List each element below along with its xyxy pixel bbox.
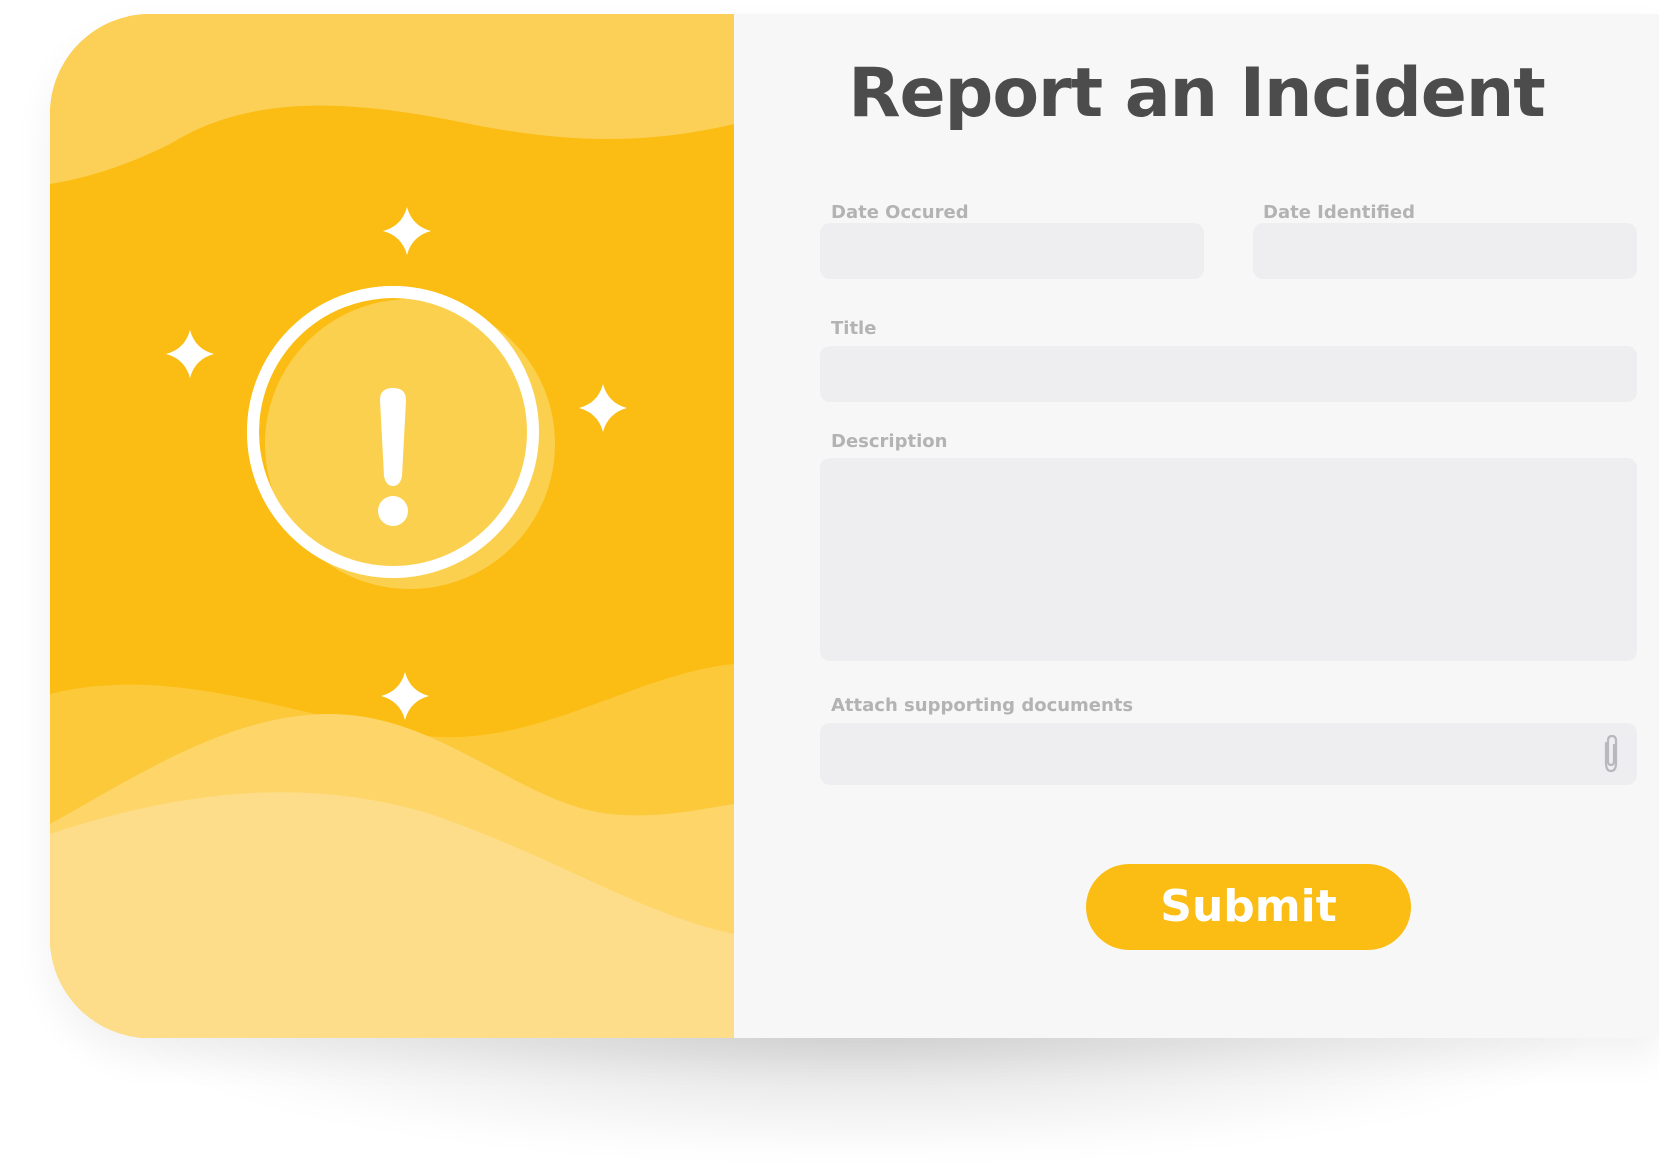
form-panel: Report an Incident Date Occured Date Ide… bbox=[734, 14, 1659, 1038]
sparkle-icon bbox=[381, 672, 429, 720]
submit-button[interactable]: Submit bbox=[1086, 864, 1411, 950]
description-field[interactable] bbox=[820, 458, 1637, 661]
wave-background bbox=[50, 14, 734, 1038]
sparkle-icon bbox=[579, 384, 627, 432]
paperclip-icon[interactable] bbox=[1599, 733, 1623, 775]
warning-emblem bbox=[247, 286, 555, 589]
stage: Report an Incident Date Occured Date Ide… bbox=[0, 0, 1659, 1164]
form-title: Report an Incident bbox=[848, 54, 1546, 133]
title-field[interactable] bbox=[820, 346, 1637, 402]
date-occurred-label: Date Occured bbox=[831, 202, 969, 223]
description-label: Description bbox=[831, 431, 948, 452]
date-identified-field[interactable] bbox=[1253, 223, 1637, 279]
top-wave bbox=[50, 14, 734, 184]
sparkle-icon bbox=[383, 207, 431, 255]
date-occurred-field[interactable] bbox=[820, 223, 1204, 279]
attachments-label: Attach supporting documents bbox=[831, 695, 1134, 716]
illustration-panel bbox=[50, 14, 734, 1038]
date-identified-label: Date Identified bbox=[1263, 202, 1415, 223]
sparkle-icon bbox=[166, 330, 214, 378]
attachments-field[interactable] bbox=[820, 723, 1637, 785]
title-label: Title bbox=[831, 318, 877, 339]
incident-card: Report an Incident Date Occured Date Ide… bbox=[50, 14, 1659, 1038]
